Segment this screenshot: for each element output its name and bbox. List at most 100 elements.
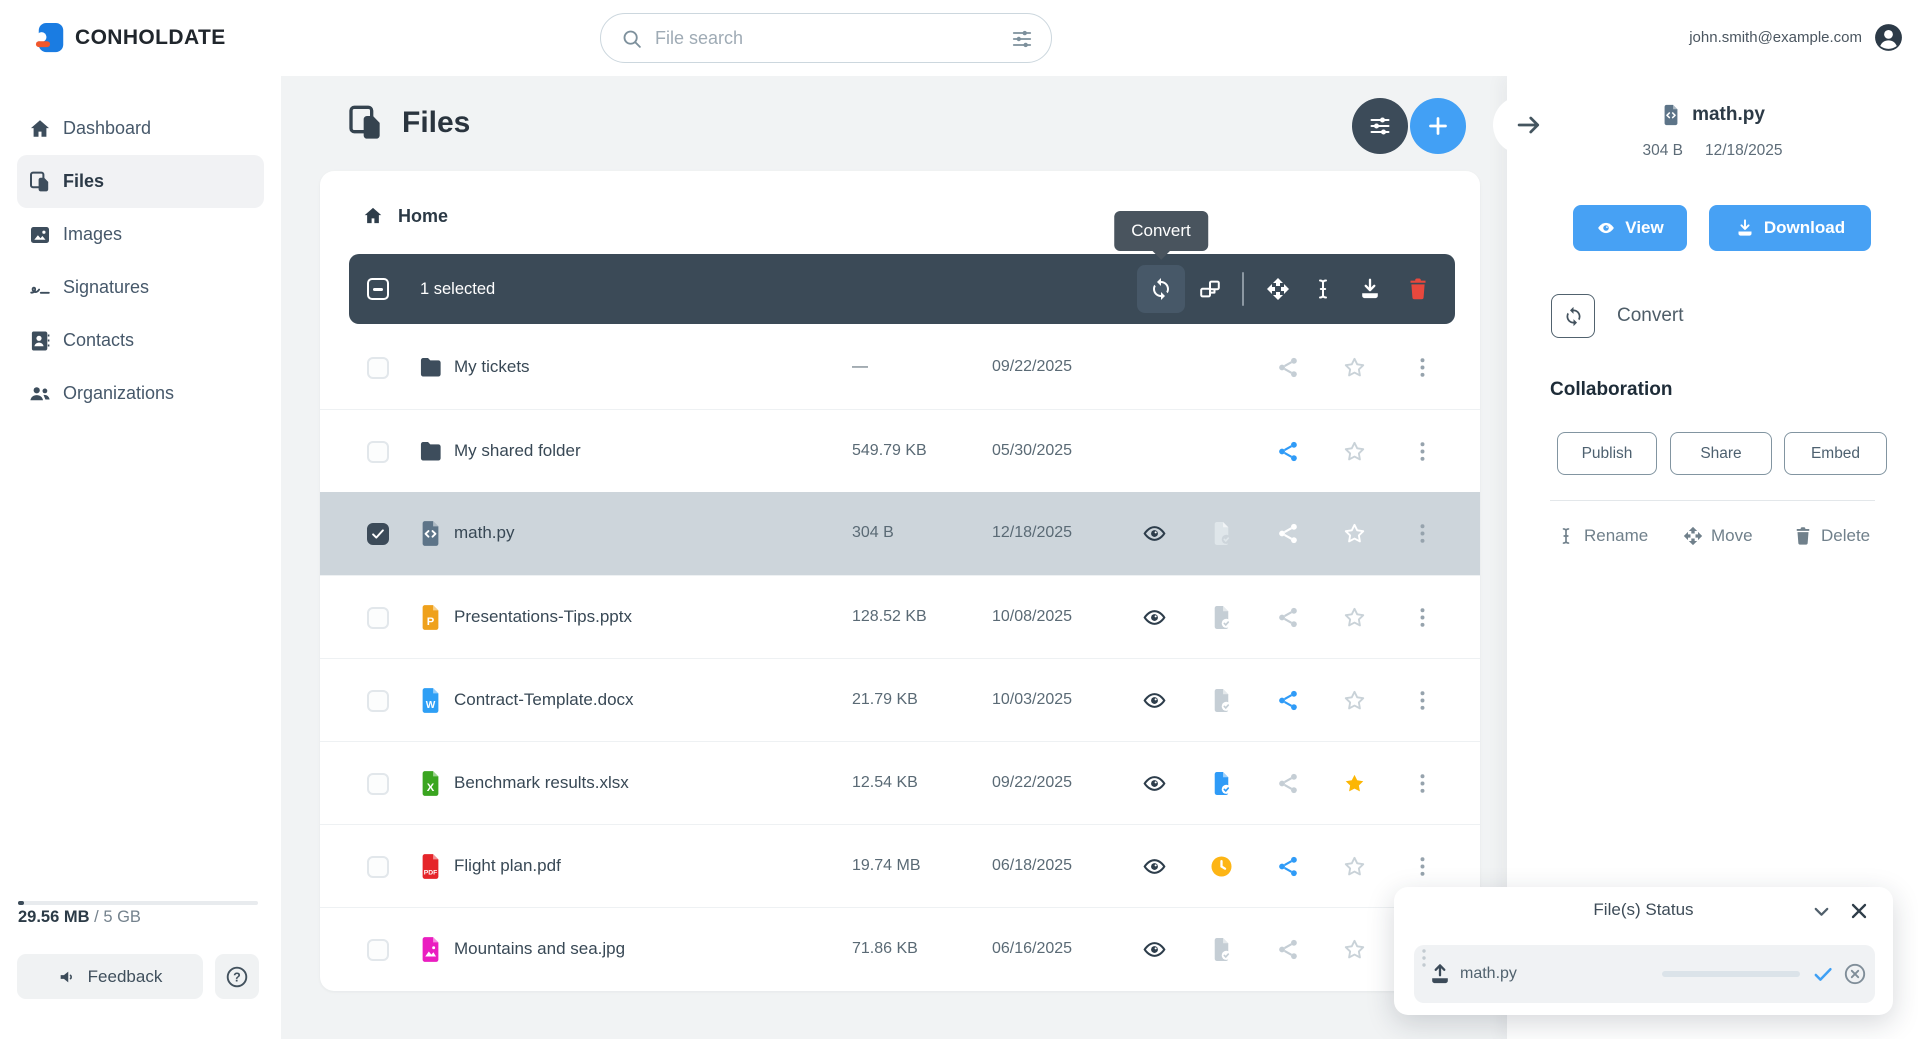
table-row[interactable]: Mountains and sea.jpg 71.86 KB 06/16/2025: [320, 907, 1480, 990]
selected-file-name: math.py: [1692, 104, 1765, 125]
kebab-menu-icon[interactable]: [1410, 521, 1435, 546]
sidebar-item-dashboard[interactable]: Dashboard: [0, 102, 281, 155]
pending-clock-icon[interactable]: [1209, 854, 1234, 879]
share-icon[interactable]: [1276, 771, 1301, 796]
file-check-icon[interactable]: [1209, 521, 1234, 546]
view-button[interactable]: View: [1573, 205, 1687, 251]
file-date: 10/08/2025: [992, 608, 1073, 625]
convert-button[interactable]: [1551, 294, 1595, 338]
selected-file-size: 304 B: [1642, 142, 1683, 159]
kebab-menu-icon[interactable]: [1410, 439, 1435, 464]
brand-name: CONHOLDATE: [75, 26, 226, 49]
table-row[interactable]: P Presentations-Tips.pptx 128.52 KB 10/08/2…: [320, 575, 1480, 658]
share-icon[interactable]: [1276, 937, 1301, 962]
rename-icon[interactable]: [1311, 277, 1335, 301]
file-check-icon[interactable]: [1209, 605, 1234, 630]
row-checkbox[interactable]: [367, 357, 389, 379]
star-icon[interactable]: [1342, 439, 1367, 464]
toolbar-divider: [1242, 272, 1244, 306]
preview-eye-icon[interactable]: [1142, 688, 1167, 713]
file-date: 06/18/2025: [992, 857, 1073, 874]
merge-icon[interactable]: [1198, 277, 1222, 301]
sidebar-item-files[interactable]: Files: [17, 155, 264, 208]
move-icon[interactable]: [1266, 277, 1290, 301]
rename-action[interactable]: Rename: [1556, 526, 1648, 546]
file-size: —: [852, 358, 868, 375]
kebab-menu-icon[interactable]: [1410, 355, 1435, 380]
convert-icon[interactable]: [1149, 277, 1173, 301]
share-icon[interactable]: [1276, 355, 1301, 380]
search-input[interactable]: [655, 15, 955, 61]
star-icon[interactable]: [1342, 605, 1367, 630]
file-search-bar[interactable]: [600, 13, 1052, 63]
table-row[interactable]: My shared folder 549.79 KB 05/30/2025: [320, 409, 1480, 492]
delete-icon[interactable]: [1406, 277, 1430, 301]
kebab-menu-icon[interactable]: [1410, 854, 1435, 879]
brand-logo[interactable]: CONHOLDATE: [35, 21, 226, 55]
share-icon[interactable]: [1276, 439, 1301, 464]
row-checkbox[interactable]: [367, 523, 389, 545]
table-row[interactable]: math.py 304 B 12/18/2025: [320, 492, 1480, 575]
image-icon: [28, 223, 52, 247]
delete-action[interactable]: Delete: [1793, 526, 1870, 546]
sidebar-item-signatures[interactable]: Signatures: [0, 261, 281, 314]
table-row[interactable]: W Contract-Template.docx 21.79 KB 10/03/202…: [320, 658, 1480, 741]
star-icon[interactable]: [1342, 937, 1367, 962]
search-icon: [621, 28, 643, 50]
row-checkbox[interactable]: [367, 690, 389, 712]
row-checkbox[interactable]: [367, 773, 389, 795]
file-check-icon[interactable]: [1209, 937, 1234, 962]
star-icon[interactable]: [1342, 688, 1367, 713]
table-row[interactable]: My tickets — 09/22/2025: [320, 326, 1480, 409]
select-all-checkbox[interactable]: [367, 278, 389, 300]
preview-eye-icon[interactable]: [1142, 854, 1167, 879]
kebab-menu-icon[interactable]: [1410, 771, 1435, 796]
convert-label: Convert: [1617, 305, 1684, 326]
publish-button[interactable]: Publish: [1557, 432, 1657, 475]
view-options-button[interactable]: [1352, 98, 1408, 154]
star-icon[interactable]: [1342, 854, 1367, 879]
chevron-down-icon[interactable]: [1810, 900, 1833, 923]
row-checkbox[interactable]: [367, 441, 389, 463]
preview-eye-icon[interactable]: [1142, 771, 1167, 796]
share-button[interactable]: Share: [1670, 432, 1772, 475]
star-icon[interactable]: [1342, 771, 1367, 796]
breadcrumb[interactable]: Home: [362, 205, 448, 227]
preview-eye-icon[interactable]: [1142, 937, 1167, 962]
user-avatar-icon[interactable]: [1873, 22, 1904, 53]
sidebar-item-organizations[interactable]: Organizations: [0, 367, 281, 420]
share-icon[interactable]: [1276, 688, 1301, 713]
row-checkbox[interactable]: [367, 856, 389, 878]
rename-icon: [1556, 526, 1576, 546]
table-row[interactable]: X Benchmark results.xlsx 12.54 KB 09/22/202…: [320, 741, 1480, 824]
star-icon[interactable]: [1342, 355, 1367, 380]
share-icon[interactable]: [1276, 521, 1301, 546]
table-row[interactable]: PDF Flight plan.pdf 19.74 MB 06/18/2025: [320, 824, 1480, 907]
preview-eye-icon[interactable]: [1142, 521, 1167, 546]
cancel-circle-x-icon[interactable]: [1843, 962, 1867, 986]
move-action[interactable]: Move: [1683, 526, 1753, 546]
feedback-button[interactable]: Feedback: [17, 954, 203, 999]
file-check-icon[interactable]: [1209, 688, 1234, 713]
search-filter-sliders-icon[interactable]: [1011, 28, 1033, 50]
svg-text:X: X: [427, 782, 435, 794]
sidebar-item-contacts[interactable]: Contacts: [0, 314, 281, 367]
sidebar-item-images[interactable]: Images: [0, 208, 281, 261]
share-icon[interactable]: [1276, 854, 1301, 879]
help-button[interactable]: ?: [215, 954, 259, 999]
download-button[interactable]: Download: [1709, 205, 1871, 251]
row-checkbox[interactable]: [367, 607, 389, 629]
row-checkbox[interactable]: [367, 939, 389, 961]
add-new-button[interactable]: [1410, 98, 1466, 154]
embed-button[interactable]: Embed: [1784, 432, 1887, 475]
download-icon[interactable]: [1358, 277, 1382, 301]
close-icon[interactable]: [1847, 899, 1871, 923]
kebab-menu-icon[interactable]: [1410, 688, 1435, 713]
star-icon[interactable]: [1342, 521, 1367, 546]
status-item-name: math.py: [1460, 965, 1517, 982]
file-check-icon[interactable]: [1209, 771, 1234, 796]
kebab-menu-icon[interactable]: [1410, 605, 1435, 630]
share-icon[interactable]: [1276, 605, 1301, 630]
feedback-label: Feedback: [87, 966, 163, 986]
preview-eye-icon[interactable]: [1142, 605, 1167, 630]
